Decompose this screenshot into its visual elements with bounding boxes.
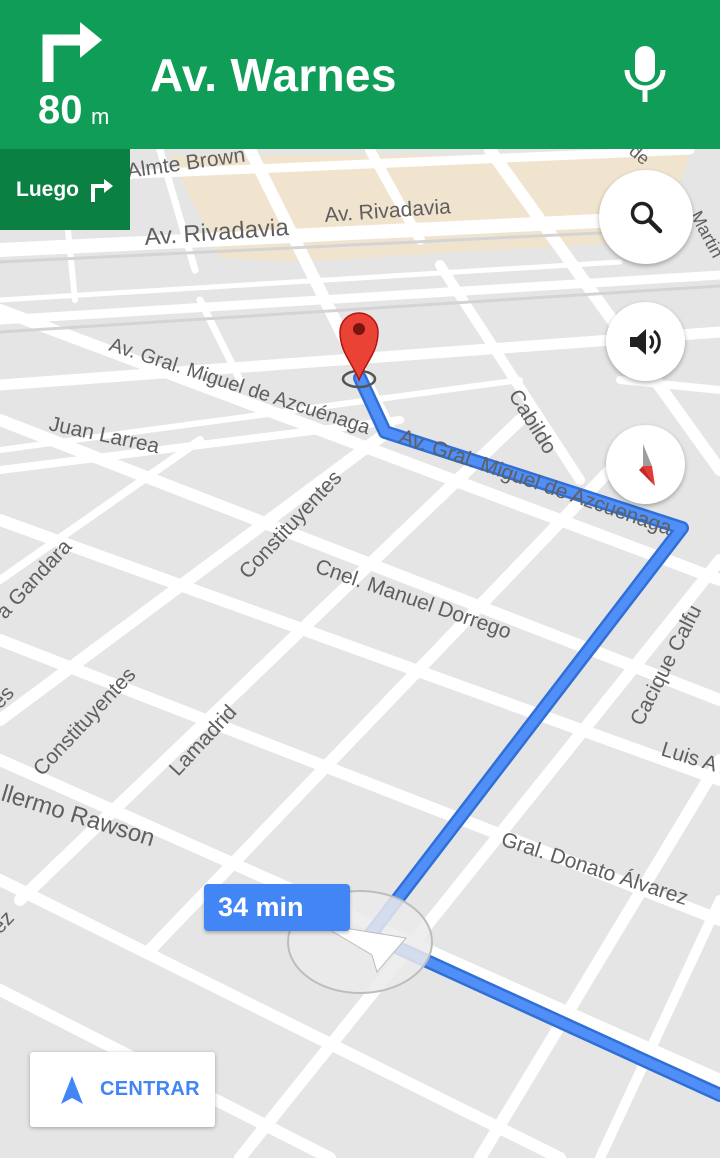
compass-button[interactable] [606, 425, 685, 504]
then-turn-chip: Luego [0, 149, 130, 230]
sound-button[interactable] [606, 302, 685, 381]
recenter-label: CENTRAR [100, 1078, 200, 1100]
navigation-header: 80 m Av. Warnes [0, 0, 720, 149]
compass-icon [638, 443, 655, 486]
turn-right-icon [91, 178, 113, 202]
volume-icon [629, 328, 661, 355]
destination-pin-icon[interactable] [339, 312, 379, 389]
mic-icon[interactable] [622, 42, 668, 106]
recenter-button[interactable]: CENTRAR [30, 1052, 215, 1127]
eta-badge: 34 min [204, 884, 350, 931]
search-button[interactable] [599, 170, 693, 264]
next-street-name: Av. Warnes [150, 49, 397, 101]
then-label: Luego [16, 177, 79, 201]
turn-right-icon [42, 22, 102, 82]
turn-distance-unit: m [91, 104, 110, 129]
navigation-arrow-icon [61, 1075, 83, 1104]
turn-distance: 80 [38, 88, 83, 132]
eta-label: 34 min [218, 892, 304, 922]
search-icon [630, 201, 663, 234]
